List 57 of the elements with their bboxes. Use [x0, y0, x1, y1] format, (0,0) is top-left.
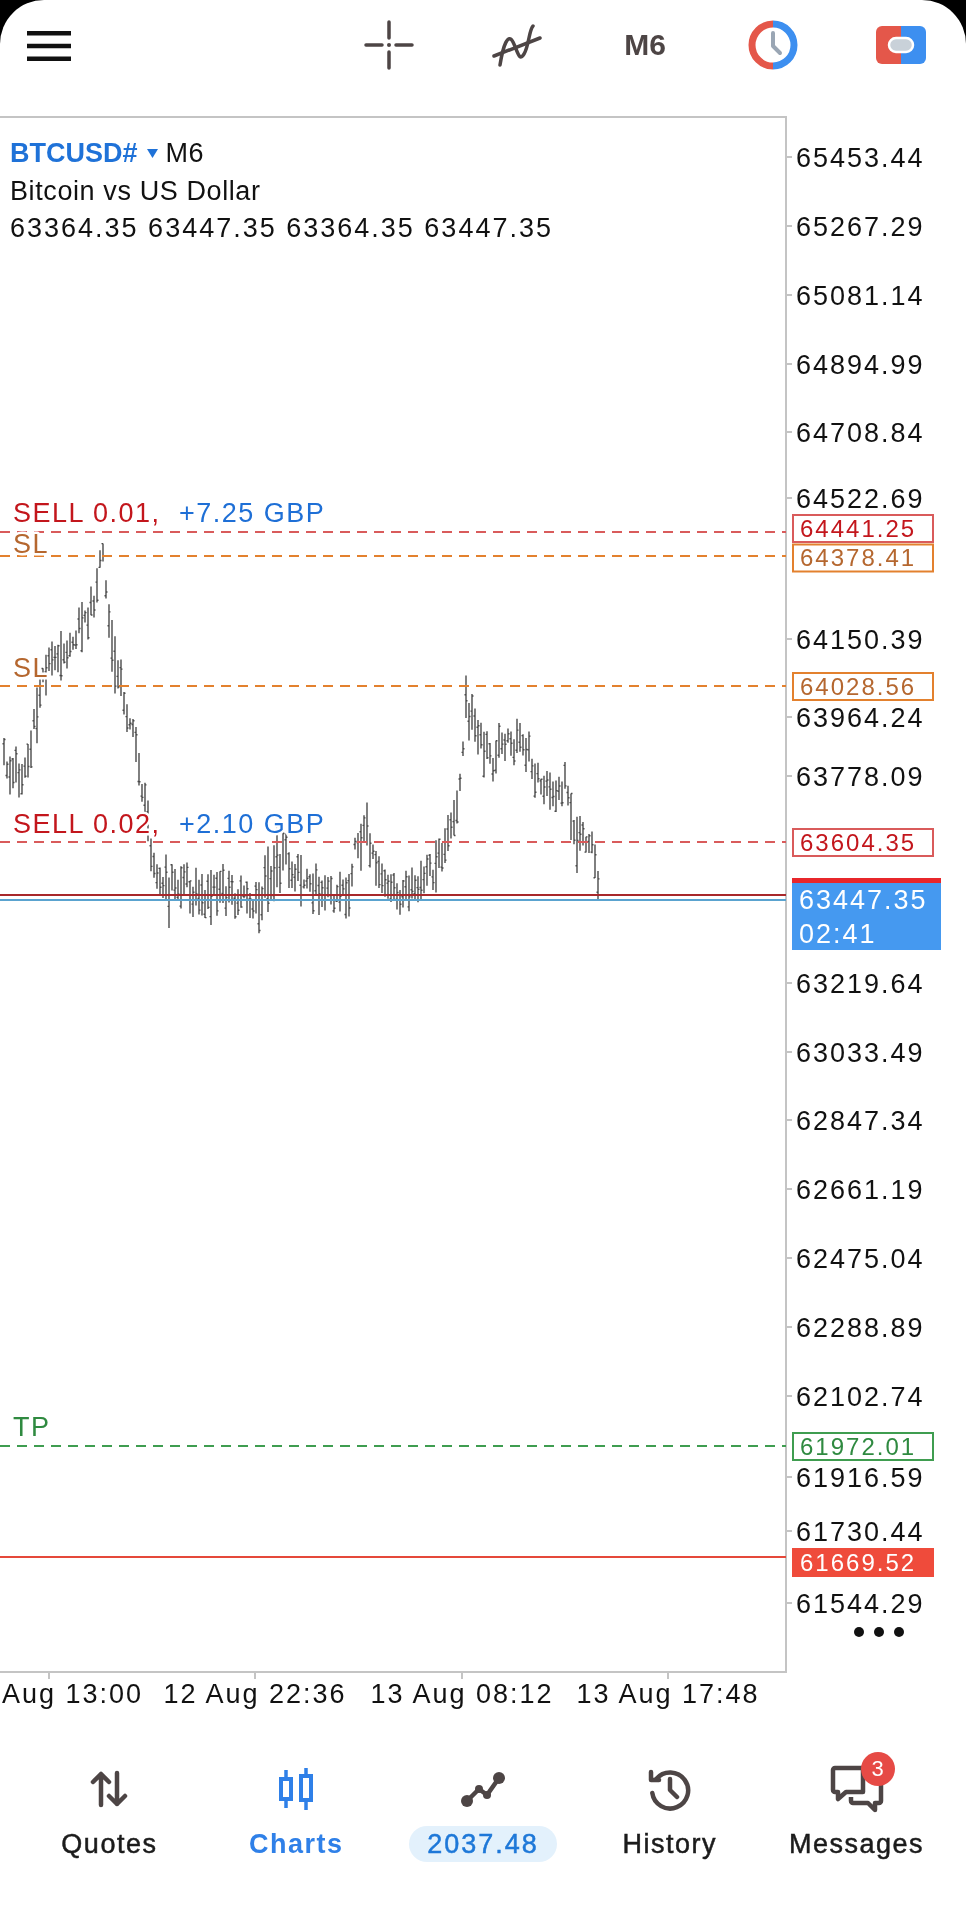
- price-level-tag: 61669.52: [792, 1548, 934, 1577]
- time-axis-label: 13 Aug 08:12: [370, 1679, 554, 1709]
- price-axis-label: 64522.69: [796, 483, 925, 514]
- price-axis-label: 61916.59: [796, 1462, 925, 1493]
- price-axis-label: 62661.19: [796, 1174, 925, 1205]
- caret-icon: [146, 149, 158, 159]
- nav-tab[interactable]: 2037.48: [389, 1748, 577, 1862]
- nav-tab[interactable]: Quotes: [16, 1748, 203, 1862]
- ohlc-values: 63364.35 63447.35 63364.35 63447.35: [10, 212, 553, 245]
- price-axis-label: 63033.49: [796, 1037, 925, 1068]
- time-axis-label: 12 Aug 22:36: [163, 1679, 347, 1709]
- order-label: SELL 0.02,: [13, 809, 161, 839]
- stop-loss-label: SL: [13, 529, 50, 559]
- price-axis-label: 64150.39: [796, 624, 925, 655]
- stop-loss-price-tag: 64378.41: [792, 543, 934, 573]
- take-profit-price-tag: 61972.01: [792, 1432, 934, 1461]
- price-axis-label: 61730.44: [796, 1516, 925, 1547]
- wave-line-icon[interactable]: [491, 22, 543, 68]
- clock-icon[interactable]: [748, 20, 798, 70]
- switch-tile-icon[interactable]: [876, 26, 926, 64]
- price-axis-label: 61544.29: [796, 1588, 925, 1619]
- price-axis-label: 63964.24: [796, 702, 925, 733]
- nav-tab[interactable]: 3 Messages: [763, 1748, 950, 1862]
- price-axis-label: 62847.34: [796, 1105, 925, 1136]
- price-axis-label: 62475.04: [796, 1243, 925, 1274]
- crosshair-icon[interactable]: [364, 20, 414, 70]
- unread-count-badge: 3: [860, 1752, 895, 1786]
- price-axis-label: 65453.44: [796, 142, 925, 173]
- order-label: SELL 0.01,: [13, 498, 161, 528]
- stop-loss-price-tag: 64028.56: [792, 672, 934, 701]
- time-axis-label: 13 Aug 17:48: [576, 1679, 760, 1709]
- price-axis-label: 64894.99: [796, 349, 925, 380]
- line-graph-icon: [459, 1769, 507, 1809]
- take-profit-label: TP: [13, 1412, 51, 1442]
- bar-countdown: 02:41: [799, 919, 877, 949]
- chart-timeframe: M6: [165, 137, 205, 170]
- order-price-tag: 64441.25: [792, 514, 934, 543]
- price-axis-label: 65081.14: [796, 280, 925, 311]
- current-price: 63447.35: [799, 885, 928, 915]
- price-axis-label: 62288.89: [796, 1312, 925, 1343]
- timeframe-button[interactable]: M6: [624, 27, 666, 63]
- price-axis-label: 65267.29: [796, 211, 925, 242]
- time-axis-label: Aug 13:00: [2, 1679, 144, 1709]
- price-axis-label: 63778.09: [796, 761, 925, 792]
- order-profit: +2.10 GBP: [179, 809, 326, 839]
- balance-pill: 2037.48: [409, 1826, 557, 1862]
- price-axis-label: 63219.64: [796, 968, 925, 999]
- more-icon[interactable]: [854, 1627, 904, 1637]
- order-profit: +7.25 GBP: [179, 498, 326, 528]
- price-axis-label: 64708.84: [796, 417, 925, 448]
- price-axis-label: 62102.74: [796, 1381, 925, 1412]
- nav-tab[interactable]: History: [576, 1748, 764, 1862]
- nav-tab[interactable]: Charts: [202, 1748, 390, 1862]
- symbol-selector[interactable]: BTCUSD#: [10, 135, 158, 173]
- symbol-description: Bitcoin vs US Dollar: [10, 174, 262, 208]
- menu-icon[interactable]: [27, 31, 71, 61]
- order-price-tag: 63604.35: [792, 828, 934, 857]
